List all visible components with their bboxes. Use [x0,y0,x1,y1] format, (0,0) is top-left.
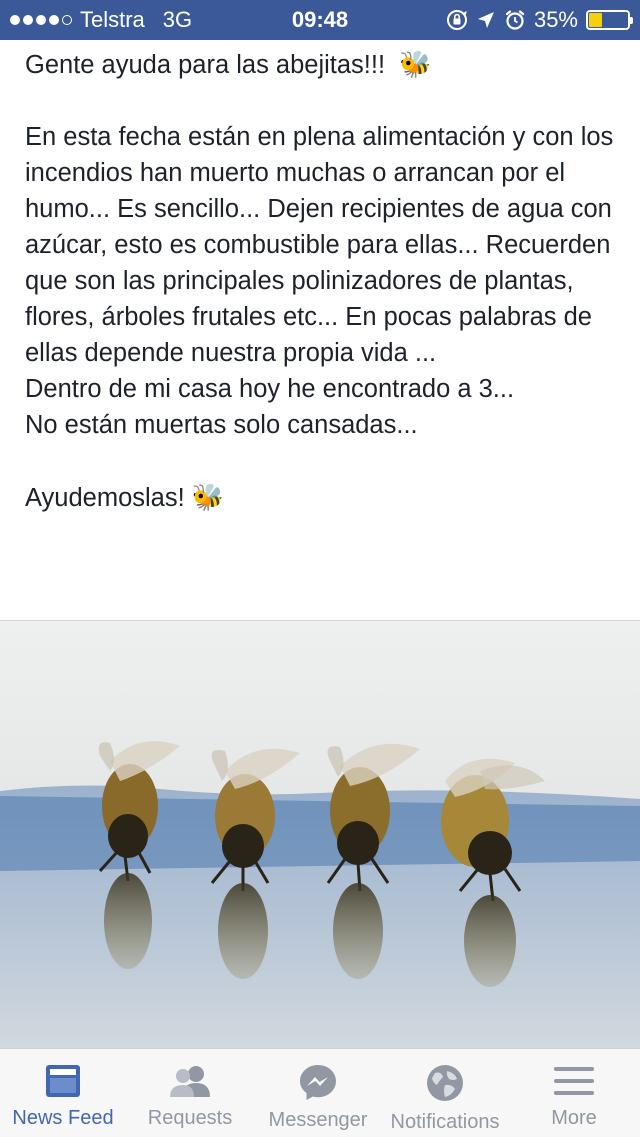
battery-percentage: 35% [533,7,578,32]
tab-notifications[interactable]: Notifications [382,1049,508,1137]
post-text: Gente ayuda para las abejitas!!! 🐝 En es… [25,46,615,516]
globe-icon [427,1065,463,1101]
location-arrow-icon [477,12,494,28]
orientation-lock-icon [446,10,467,30]
requests-icon [170,1066,210,1097]
post-paragraph: En esta fecha están en plena alimentació… [25,123,614,367]
alarm-icon [505,10,525,30]
tab-bar: News Feed Requests Messenger Notificatio… [0,1048,640,1137]
messenger-icon [300,1065,336,1100]
bee-emoji: 🐝 [399,49,432,79]
tab-label: Requests [147,1107,233,1129]
tab-requests[interactable]: Requests [126,1049,254,1137]
tab-label: News Feed [12,1107,114,1129]
post-line: No están muertas solo cansadas... [25,411,418,439]
bees-drinking-photo [0,741,640,1049]
post-headline: Gente ayuda para las abejitas!!! 🐝 [25,49,432,79]
tab-more[interactable]: More [508,1049,640,1137]
tab-label: More [551,1107,597,1129]
tab-messenger[interactable]: Messenger [254,1049,382,1137]
post-photo[interactable] [0,620,640,1049]
post-line: Dentro de mi casa hoy he encontrado a 3.… [25,375,515,403]
tab-label: Messenger [268,1109,368,1131]
tab-news-feed[interactable]: News Feed [0,1049,126,1137]
menu-icon [554,1067,594,1095]
news-feed-icon [46,1065,80,1097]
battery-icon [586,10,633,30]
post-closing: Ayudemoslas! 🐝 [25,482,225,512]
tab-label: Notifications [390,1111,500,1133]
status-bar: Telstra 3G 09:48 35% [0,0,640,40]
bee-emoji: 🐝 [191,482,225,512]
status-right: 35% [446,0,633,40]
